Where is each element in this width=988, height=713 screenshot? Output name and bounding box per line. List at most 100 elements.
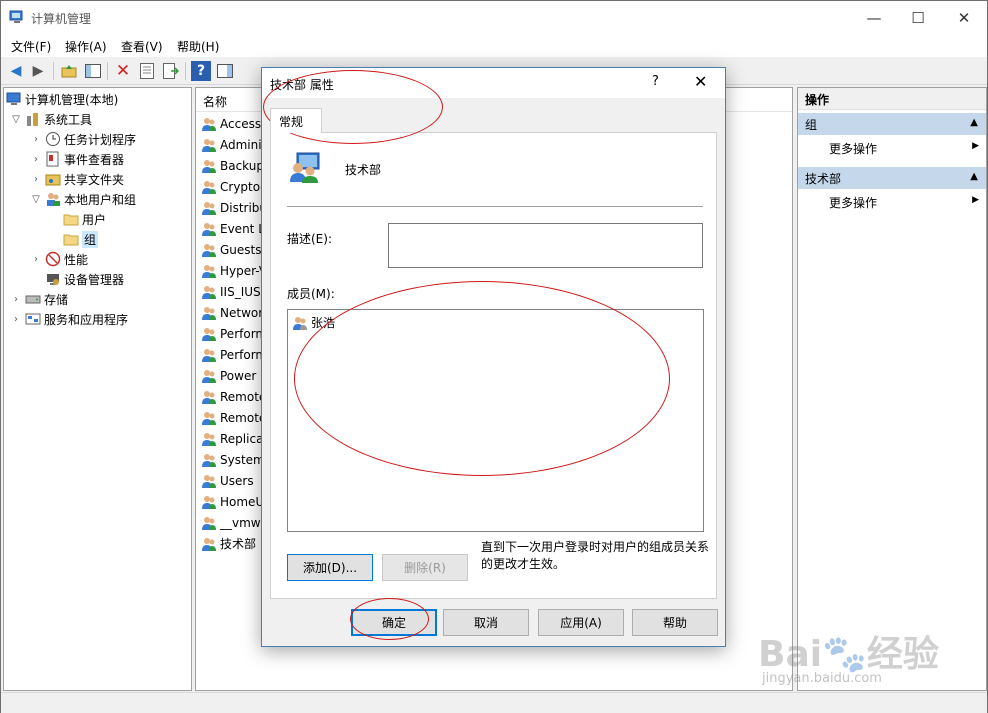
- chevron-down-icon[interactable]: ▽: [30, 194, 42, 205]
- list-item-label: HomeU: [220, 494, 265, 509]
- minimize-button[interactable]: —: [851, 1, 897, 35]
- folder-icon: [63, 214, 79, 226]
- more-actions-groups[interactable]: 更多操作 ▶: [829, 138, 979, 158]
- tree-item-storage[interactable]: › 存储: [10, 289, 68, 309]
- tree-item-system-tools[interactable]: ▽ 系统工具: [10, 109, 92, 129]
- group-icon: [202, 159, 216, 173]
- list-item[interactable]: IIS_IUSR: [201, 281, 269, 302]
- tree-item-local-users-groups[interactable]: ▽ 本地用户和组: [30, 189, 136, 209]
- group-icon: [202, 327, 216, 341]
- shared-folder-icon: [45, 174, 61, 186]
- list-item-label: Distribu: [220, 200, 268, 215]
- show-hide-tree-icon[interactable]: [83, 61, 103, 81]
- members-list[interactable]: 张浩: [287, 309, 704, 532]
- apply-button[interactable]: 应用(A): [538, 609, 624, 636]
- cancel-button[interactable]: 取消: [443, 609, 529, 636]
- member-item[interactable]: 张浩: [292, 314, 335, 331]
- chevron-right-icon[interactable]: ›: [30, 154, 42, 165]
- list-item[interactable]: Power U: [201, 365, 269, 386]
- list-item[interactable]: System: [201, 449, 265, 470]
- tools-icon: [27, 113, 38, 126]
- group-icon: [202, 222, 216, 236]
- user-icon: [293, 316, 307, 330]
- tree-item-event-viewer[interactable]: › 事件查看器: [30, 149, 124, 169]
- group-icon: [202, 453, 216, 467]
- list-item[interactable]: HomeU: [201, 491, 264, 512]
- list-item[interactable]: Adminis: [201, 134, 268, 155]
- remove-member-button[interactable]: 删除(R): [382, 554, 468, 581]
- collapse-triangle-icon[interactable]: ▲: [970, 117, 978, 128]
- close-button[interactable]: ✕: [941, 1, 987, 35]
- tab-general[interactable]: 常规: [270, 108, 322, 133]
- chevron-down-icon[interactable]: ▽: [10, 114, 22, 125]
- list-item-label: Guests: [220, 242, 262, 257]
- more-actions-tech-dept[interactable]: 更多操作 ▶: [829, 192, 979, 212]
- maximize-button[interactable]: ☐: [895, 1, 941, 35]
- group-icon: [202, 369, 216, 383]
- tree-item-device-manager[interactable]: 设备管理器: [45, 269, 124, 289]
- actions-section-tech-dept[interactable]: 技术部 ▲: [798, 167, 986, 189]
- group-icon: [202, 474, 216, 488]
- forward-arrow-icon[interactable]: ▶: [28, 61, 48, 81]
- chevron-right-icon[interactable]: ›: [30, 254, 42, 265]
- console-tree: 计算机管理(本地) ▽ 系统工具 › 任务计划程序 › 事件查看器 › 共享文件…: [3, 87, 192, 691]
- list-item[interactable]: Remote: [201, 386, 266, 407]
- computer-icon: [6, 92, 21, 105]
- tree-item-users[interactable]: 用户: [63, 209, 106, 229]
- list-item-label: 技术部: [220, 537, 257, 551]
- ok-button[interactable]: 确定: [351, 609, 437, 636]
- tree-item-groups[interactable]: 组: [63, 229, 99, 249]
- tree-item-root[interactable]: 计算机管理(本地): [6, 89, 118, 109]
- delete-icon[interactable]: ✕: [113, 61, 133, 81]
- group-icon: [202, 537, 216, 551]
- list-item[interactable]: Replicat: [201, 428, 268, 449]
- submenu-arrow-icon: ▶: [972, 195, 979, 205]
- list-item[interactable]: Perform: [201, 323, 267, 344]
- menu-file[interactable]: 文件(F): [11, 38, 51, 55]
- chevron-right-icon[interactable]: ›: [10, 314, 22, 325]
- chevron-right-icon[interactable]: ›: [10, 294, 22, 305]
- list-item[interactable]: Cryptog: [201, 176, 268, 197]
- properties-icon[interactable]: [137, 61, 157, 81]
- membership-note: 直到下一次用户登录时对用户的组成员关系的更改才生效。: [481, 540, 710, 571]
- add-member-button[interactable]: 添加(D)...: [287, 554, 373, 581]
- tree-item-services-apps[interactable]: › 服务和应用程序: [10, 309, 128, 329]
- list-item[interactable]: Remote: [201, 407, 266, 428]
- help-button[interactable]: 帮助: [632, 609, 718, 636]
- list-item[interactable]: Hyper-V: [201, 260, 267, 281]
- actions-section-groups[interactable]: 组 ▲: [798, 113, 986, 135]
- help-icon[interactable]: ?: [191, 61, 211, 81]
- menu-action[interactable]: 操作(A): [65, 38, 107, 55]
- list-item[interactable]: Users: [201, 470, 254, 491]
- menu-help[interactable]: 帮助(H): [177, 38, 219, 55]
- list-item[interactable]: Backup: [201, 155, 264, 176]
- list-item-label: Networ: [220, 305, 264, 320]
- tree-item-shared-folders[interactable]: › 共享文件夹: [30, 169, 124, 189]
- list-item[interactable]: __vmwa: [201, 512, 268, 533]
- description-input[interactable]: [388, 223, 703, 268]
- list-item[interactable]: Guests: [201, 239, 262, 260]
- back-arrow-icon[interactable]: ◀: [6, 61, 26, 81]
- list-item[interactable]: Access: [201, 113, 261, 134]
- collapse-triangle-icon[interactable]: ▲: [970, 171, 978, 182]
- tree-item-task-scheduler[interactable]: › 任务计划程序: [30, 129, 136, 149]
- storage-icon: [25, 295, 41, 304]
- tree-item-performance[interactable]: › 性能: [30, 249, 88, 269]
- list-item[interactable]: Perform: [201, 344, 267, 365]
- group-icon: [202, 390, 216, 404]
- list-item[interactable]: 技术部: [201, 533, 256, 554]
- dialog-help-button[interactable]: ?: [652, 74, 659, 89]
- list-item[interactable]: Networ: [201, 302, 263, 323]
- export-list-icon[interactable]: [161, 61, 181, 81]
- dialog-close-button[interactable]: ✕: [694, 72, 707, 91]
- menu-view[interactable]: 查看(V): [121, 38, 163, 55]
- folder-icon: [63, 234, 79, 246]
- submenu-arrow-icon: ▶: [972, 141, 979, 151]
- chevron-right-icon[interactable]: ›: [30, 134, 42, 145]
- column-name-header[interactable]: 名称: [203, 93, 227, 110]
- up-folder-icon[interactable]: [59, 61, 79, 81]
- chevron-right-icon[interactable]: ›: [30, 174, 42, 185]
- list-item[interactable]: Distribu: [201, 197, 267, 218]
- list-item-label: System: [220, 452, 265, 467]
- action-pane-icon[interactable]: [215, 61, 235, 81]
